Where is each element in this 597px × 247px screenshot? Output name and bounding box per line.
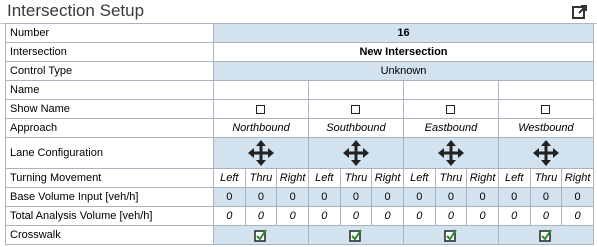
turning-movement-0: Left: [402, 168, 436, 188]
four-way-arrows-icon[interactable]: [342, 140, 369, 166]
approach-3: Westbound: [497, 118, 595, 138]
total-volume-value: 0: [276, 206, 309, 226]
four-way-arrows-icon[interactable]: [532, 140, 559, 166]
turning-movement-2: Right: [371, 168, 404, 188]
base-volume-input[interactable]: 0: [402, 187, 436, 207]
lane-configuration-cell[interactable]: [402, 137, 499, 169]
turning-movement-1: Thru: [339, 168, 373, 188]
lane-configuration-cell[interactable]: [307, 137, 404, 169]
crosswalk-checkbox[interactable]: [444, 228, 458, 242]
total-volume-value: 0: [213, 206, 246, 226]
crosswalk-checkbox[interactable]: [254, 228, 268, 242]
show-name-checkbox[interactable]: [446, 104, 456, 114]
control-type-label: Control Type: [5, 61, 214, 81]
intersection-name-field[interactable]: New Intersection: [213, 42, 594, 62]
show-name-cell: [213, 99, 309, 119]
base-volume-input[interactable]: 0: [466, 187, 499, 207]
turning-movement-2: Right: [561, 168, 594, 188]
turning-movement-label: Turning Movement: [5, 168, 214, 188]
crosswalk-checkbox[interactable]: [349, 228, 363, 242]
base-volume-label: Base Volume Input [veh/h]: [5, 187, 214, 207]
base-volume-input[interactable]: 0: [561, 187, 594, 207]
base-volume-input[interactable]: 0: [307, 187, 341, 207]
lane-configuration-cell[interactable]: [213, 137, 309, 169]
crosswalk-cell: [402, 225, 499, 245]
name-field[interactable]: [213, 80, 309, 100]
total-volume-value: 0: [434, 206, 468, 226]
crosswalk-label: Crosswalk: [5, 225, 214, 245]
total-volume-value: 0: [561, 206, 594, 226]
base-volume-input[interactable]: 0: [529, 187, 563, 207]
turning-movement-0: Left: [307, 168, 341, 188]
approach-1: Southbound: [307, 118, 404, 138]
name-field[interactable]: [402, 80, 499, 100]
total-volume-value: 0: [307, 206, 341, 226]
four-way-arrows-icon[interactable]: [437, 140, 464, 166]
number-value: 16: [213, 23, 594, 43]
show-name-checkbox[interactable]: [351, 104, 361, 114]
lane-configuration-label: Lane Configuration: [5, 137, 214, 169]
base-volume-input[interactable]: 0: [339, 187, 373, 207]
intersection-grid: Number 16 Intersection New Intersection Cont…: [5, 23, 595, 245]
total-volume-value: 0: [466, 206, 499, 226]
crosswalk-cell: [497, 225, 595, 245]
show-name-cell: [497, 99, 595, 119]
panel-header: Intersection Setup: [0, 0, 597, 24]
lane-configuration-cell[interactable]: [497, 137, 595, 169]
name-field[interactable]: [307, 80, 404, 100]
turning-movement-0: Left: [213, 168, 246, 188]
base-volume-input[interactable]: 0: [371, 187, 404, 207]
crosswalk-checkbox[interactable]: [539, 228, 553, 242]
total-volume-value: 0: [339, 206, 373, 226]
base-volume-input[interactable]: 0: [213, 187, 246, 207]
crosswalk-cell: [213, 225, 309, 245]
turning-movement-2: Right: [276, 168, 309, 188]
show-name-checkbox[interactable]: [541, 104, 551, 114]
show-name-label: Show Name: [5, 99, 214, 119]
total-volume-value: 0: [244, 206, 278, 226]
total-volume-label: Total Analysis Volume [veh/h]: [5, 206, 214, 226]
total-volume-value: 0: [402, 206, 436, 226]
base-volume-input[interactable]: 0: [434, 187, 468, 207]
name-field[interactable]: [497, 80, 595, 100]
approach-0: Northbound: [213, 118, 309, 138]
turning-movement-2: Right: [466, 168, 499, 188]
crosswalk-cell: [307, 225, 404, 245]
name-label: Name: [5, 80, 214, 100]
total-volume-value: 0: [529, 206, 563, 226]
popout-icon[interactable]: [572, 4, 588, 20]
show-name-cell: [402, 99, 499, 119]
approach-2: Eastbound: [402, 118, 499, 138]
total-volume-value: 0: [497, 206, 531, 226]
turning-movement-1: Thru: [244, 168, 278, 188]
show-name-checkbox[interactable]: [256, 104, 266, 114]
intersection-label: Intersection: [5, 42, 214, 62]
turning-movement-1: Thru: [434, 168, 468, 188]
total-volume-value: 0: [371, 206, 404, 226]
base-volume-input[interactable]: 0: [276, 187, 309, 207]
panel-title: Intersection Setup: [7, 1, 145, 20]
number-label: Number: [5, 23, 214, 43]
four-way-arrows-icon[interactable]: [247, 140, 274, 166]
approach-label: Approach: [5, 118, 214, 138]
base-volume-input[interactable]: 0: [497, 187, 531, 207]
control-type-select[interactable]: Unknown: [213, 61, 594, 81]
base-volume-input[interactable]: 0: [244, 187, 278, 207]
turning-movement-1: Thru: [529, 168, 563, 188]
show-name-cell: [307, 99, 404, 119]
turning-movement-0: Left: [497, 168, 531, 188]
